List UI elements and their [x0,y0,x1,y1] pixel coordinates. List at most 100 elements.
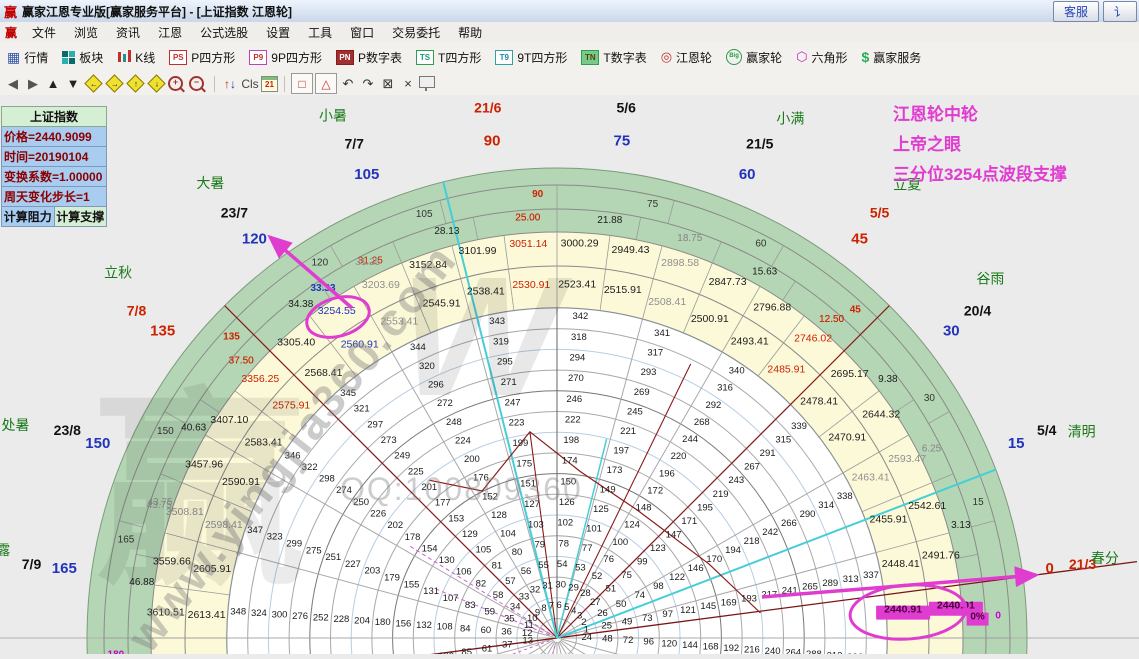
svg-text:2440.91: 2440.91 [884,604,922,616]
svg-text:251: 251 [325,552,341,563]
pointer-down-icon[interactable]: ▼ [64,75,82,93]
svg-text:342: 342 [572,311,588,322]
svg-text:315: 315 [775,435,791,446]
svg-text:180: 180 [375,617,391,628]
svg-text:75: 75 [621,570,632,581]
svg-text:2695.17: 2695.17 [831,368,869,380]
toolbar-button-K线[interactable]: K线 [110,45,162,69]
svg-text:96: 96 [643,637,654,648]
toolbar-button-赢家轮[interactable]: Big赢家轮 [719,45,789,69]
svg-text:179: 179 [384,573,400,584]
svg-text:227: 227 [345,559,361,570]
svg-text:5/6: 5/6 [616,100,636,116]
svg-text:266: 266 [781,518,797,529]
svg-text:77: 77 [582,543,593,554]
diamond-up-icon[interactable]: ↑ [126,74,144,92]
app-logo-icon: 赢 [4,2,17,21]
main-toolbar: ▦行情板块K线PSP四方形P99P四方形PNP数字表TST四方形T99T四方形T… [0,42,1139,73]
menu-item-帮助[interactable]: 帮助 [449,22,491,43]
rect-tool-icon[interactable]: □ [291,73,313,94]
calc-resistance-button[interactable]: 计算阻力 [1,207,55,227]
toolbar-button-赢家服务[interactable]: $赢家服务 [854,45,928,69]
svg-text:102: 102 [557,518,573,529]
svg-text:175: 175 [516,458,532,469]
svg-text:245: 245 [627,406,643,417]
toolbar-button-P四方形[interactable]: PSP四方形 [162,45,242,69]
svg-text:195: 195 [697,502,713,513]
toolbar-button-P数字表[interactable]: PNP数字表 [329,45,409,69]
svg-text:155: 155 [404,579,420,590]
svg-text:78: 78 [558,538,569,549]
calc-support-button[interactable]: 计算支撑 [55,207,108,227]
toolbar-label: 六角形 [811,49,847,66]
pn-box-icon: PN [336,50,354,65]
svg-text:120: 120 [661,638,677,649]
svg-text:2493.41: 2493.41 [731,336,769,348]
svg-text:27: 27 [590,597,601,608]
calendar-icon[interactable]: 21 [261,76,278,92]
svg-text:30: 30 [943,322,960,339]
boxed-x-icon[interactable]: ⊠ [379,75,397,93]
menu-item-江恩[interactable]: 江恩 [149,22,191,43]
menu-item-设置[interactable]: 设置 [257,22,299,43]
support-button[interactable]: 客服 [1053,1,1099,22]
forward-icon[interactable]: ▶ [24,75,42,93]
index-name: 上证指数 [1,106,107,127]
shrink-icon[interactable]: × [399,75,417,93]
svg-text:大暑: 大暑 [196,175,224,191]
zoom-in-icon[interactable]: + [168,76,183,91]
updown-arrows-icon[interactable]: ↑↓ [221,75,239,93]
svg-text:144: 144 [682,640,698,651]
svg-text:135: 135 [223,332,240,343]
svg-text:2463.41: 2463.41 [852,471,890,483]
svg-text:148: 148 [636,503,652,514]
partial-button[interactable]: 讠 [1103,1,1137,22]
svg-text:29: 29 [568,582,579,593]
toolbar-button-江恩轮[interactable]: ◎江恩轮 [654,45,719,69]
svg-text:267: 267 [744,462,760,473]
svg-text:289: 289 [822,578,838,589]
svg-text:75: 75 [614,132,631,149]
svg-text:147: 147 [666,529,682,540]
menu-item-文件[interactable]: 文件 [23,22,65,43]
toolbar-button-行情[interactable]: ▦行情 [0,45,55,69]
zoom-out-icon[interactable]: − [189,76,204,91]
svg-text:60: 60 [739,166,756,183]
menu-item-交易委托[interactable]: 交易委托 [383,22,449,43]
svg-text:4: 4 [571,605,576,616]
cls-button[interactable]: Cls [241,75,259,93]
toolbar-button-9T四方形[interactable]: T99T四方形 [488,45,574,69]
menu-item-工具[interactable]: 工具 [299,22,341,43]
triangle-tool-icon[interactable]: △ [315,73,337,94]
svg-text:45: 45 [851,231,868,248]
menu-item-浏览[interactable]: 浏览 [65,22,107,43]
toolbar-button-六角形[interactable]: ⬡六角形 [789,45,854,69]
svg-text:2523.41: 2523.41 [558,279,596,291]
toolbar-button-板块[interactable]: 板块 [55,45,110,69]
diamond-left-icon[interactable]: ← [84,74,102,92]
svg-text:169: 169 [721,597,737,608]
svg-text:2455.91: 2455.91 [870,514,908,526]
rotate-ccw-icon[interactable]: ↶ [339,75,357,93]
svg-text:31: 31 [542,580,553,591]
menu-item-资讯[interactable]: 资讯 [107,22,149,43]
toolbar-button-T数字表[interactable]: TNT数字表 [574,45,653,69]
svg-text:7/8: 7/8 [127,302,147,318]
svg-text:61: 61 [482,643,493,654]
screen-icon[interactable] [419,76,435,88]
toolbar-button-T四方形[interactable]: TST四方形 [409,45,488,69]
diamond-right-icon[interactable]: → [105,74,123,92]
menu-item-窗口[interactable]: 窗口 [341,22,383,43]
svg-text:2508.41: 2508.41 [648,296,686,308]
pointer-up-icon[interactable]: ▲ [44,75,62,93]
svg-text:85: 85 [461,647,472,654]
back-icon[interactable]: ◀ [4,75,22,93]
toolbar-button-9P四方形[interactable]: P99P四方形 [242,45,329,69]
svg-text:7: 7 [549,601,554,612]
svg-text:107: 107 [443,593,459,604]
diamond-down-icon[interactable]: ↓ [147,74,165,92]
rotate-cw-icon[interactable]: ↷ [359,75,377,93]
menu-item-公式选股[interactable]: 公式选股 [191,22,257,43]
svg-text:2949.43: 2949.43 [612,244,650,256]
svg-text:314: 314 [818,500,834,511]
